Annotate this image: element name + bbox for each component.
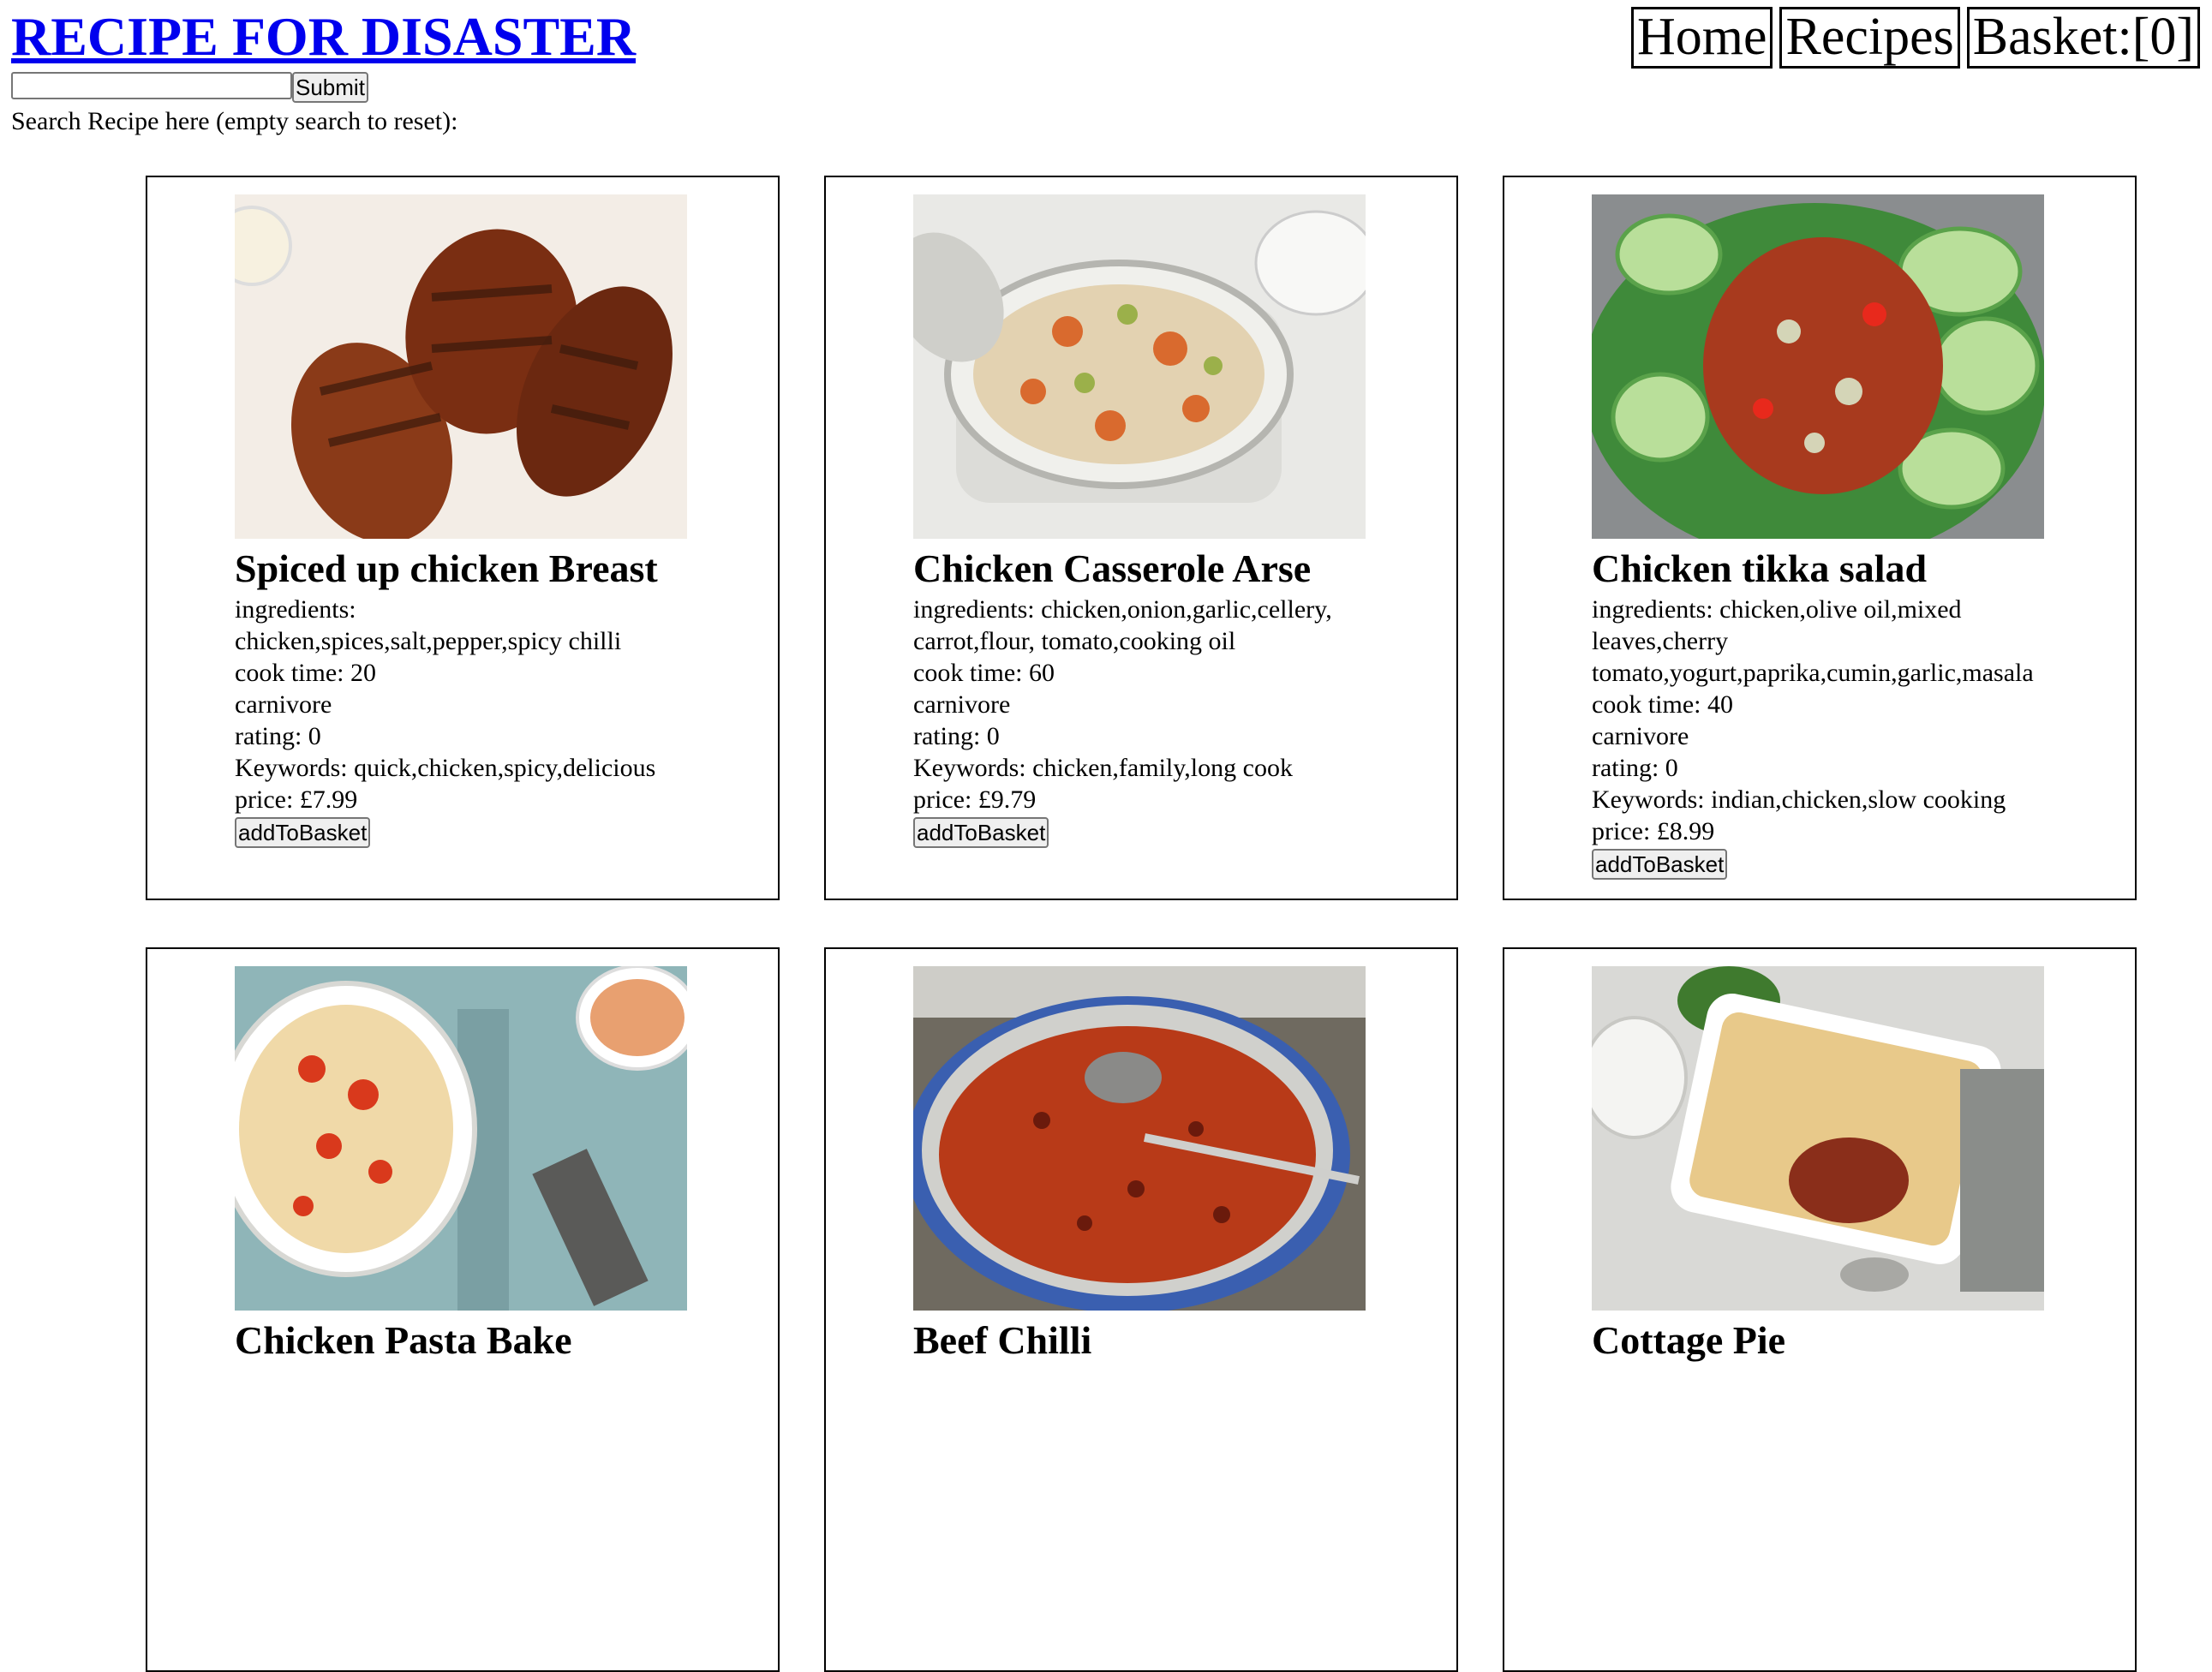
recipe-photo [235, 194, 687, 539]
add-to-basket-button[interactable]: addToBasket [913, 817, 1049, 848]
submit-button[interactable]: Submit [292, 72, 368, 103]
recipe-photo [913, 966, 1366, 1311]
recipe-card: Chicken Pasta Bake [146, 947, 780, 1672]
recipe-cook-time: cook time: 40 [1592, 690, 1733, 719]
recipe-name: Chicken Pasta Bake [235, 1318, 572, 1362]
recipe-keywords: Keywords: chicken,family,long cook [913, 754, 1293, 782]
recipe-diet: carnivore [235, 690, 332, 719]
recipe-price: price: £8.99 [1592, 817, 1715, 845]
recipe-keywords: Keywords: quick,chicken,spicy,delicious [235, 754, 656, 782]
recipe-name: Cottage Pie [1592, 1318, 1786, 1362]
recipe-ingredients: ingredients: chicken,onion,garlic,celler… [913, 595, 1332, 655]
recipe-rating: rating: 0 [235, 722, 321, 750]
add-to-basket-button[interactable]: addToBasket [1592, 849, 1728, 880]
search-input[interactable] [11, 72, 292, 99]
site-title-link[interactable]: RECIPE FOR DISASTER [11, 2, 636, 72]
recipe-diet: carnivore [1592, 722, 1689, 750]
recipe-name: Chicken Casserole Arse [913, 546, 1312, 590]
recipe-card: Cottage Pie [1503, 947, 2137, 1672]
search-hint: Search Recipe here (empty search to rese… [11, 107, 458, 135]
recipe-diet: carnivore [913, 690, 1011, 719]
recipe-card: Beef Chilli [824, 947, 1458, 1672]
recipe-rating: rating: 0 [913, 722, 1000, 750]
recipe-card: Chicken Casserole Arse ingredients: chic… [824, 176, 1458, 900]
recipe-ingredients: ingredients: chicken,olive oil,mixed lea… [1592, 595, 2034, 687]
recipe-cook-time: cook time: 20 [235, 659, 376, 687]
recipe-name: Beef Chilli [913, 1318, 1092, 1362]
add-to-basket-button[interactable]: addToBasket [235, 817, 371, 848]
recipe-name: Chicken tikka salad [1592, 546, 1928, 590]
recipe-keywords: Keywords: indian,chicken,slow cooking [1592, 785, 2006, 814]
recipe-price: price: £7.99 [235, 785, 358, 814]
recipe-card: Chicken tikka salad ingredients: chicken… [1503, 176, 2137, 900]
recipe-price: price: £9.79 [913, 785, 1037, 814]
nav-recipes[interactable]: Recipes [1779, 7, 1960, 69]
recipe-ingredients: ingredients: chicken,spices,salt,pepper,… [235, 595, 622, 655]
recipe-card: Spiced up chicken Breast ingredients: ch… [146, 176, 780, 900]
top-nav: Home Recipes Basket:[0] [1630, 7, 2200, 69]
search-form: Submit [11, 72, 368, 103]
recipe-photo [913, 194, 1366, 539]
nav-basket[interactable]: Basket:[0] [1966, 7, 2200, 69]
recipe-photo [235, 966, 687, 1311]
recipe-name: Spiced up chicken Breast [235, 546, 658, 590]
recipe-cook-time: cook time: 60 [913, 659, 1055, 687]
recipe-photo [1592, 966, 2044, 1311]
nav-home[interactable]: Home [1630, 7, 1773, 69]
recipe-rating: rating: 0 [1592, 754, 1678, 782]
recipe-photo [1592, 194, 2044, 539]
